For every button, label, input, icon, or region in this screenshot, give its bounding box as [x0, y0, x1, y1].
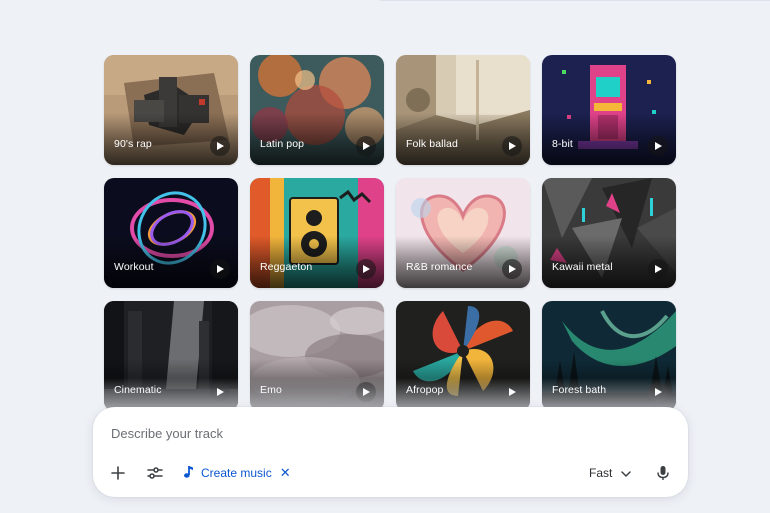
- style-card-forest-bath[interactable]: Forest bath: [542, 301, 676, 411]
- close-icon[interactable]: ✕: [280, 465, 291, 481]
- style-card-8-bit[interactable]: 8-bit: [542, 55, 676, 165]
- play-icon[interactable]: [210, 259, 230, 279]
- style-label: Latin pop: [260, 138, 305, 150]
- style-label: Folk ballad: [406, 138, 458, 150]
- style-label: Reggaeton: [260, 261, 313, 273]
- style-card-rnb-romance[interactable]: R&B romance: [396, 178, 530, 288]
- style-label: Cinematic: [114, 384, 162, 396]
- style-card-cinematic[interactable]: Cinematic: [104, 301, 238, 411]
- style-label: 8-bit: [552, 138, 573, 150]
- play-icon[interactable]: [648, 136, 668, 156]
- style-label: Workout: [114, 261, 154, 273]
- top-divider: [380, 0, 770, 1]
- style-label: Emo: [260, 384, 282, 396]
- speed-selector[interactable]: Fast: [589, 462, 632, 484]
- style-card-afropop[interactable]: Afropop: [396, 301, 530, 411]
- style-card-latin-pop[interactable]: Latin pop: [250, 55, 384, 165]
- play-icon[interactable]: [356, 136, 376, 156]
- plus-icon[interactable]: [109, 464, 127, 482]
- play-icon[interactable]: [210, 136, 230, 156]
- play-icon[interactable]: [356, 259, 376, 279]
- create-music-label: Create music: [201, 466, 272, 480]
- style-card-workout[interactable]: Workout: [104, 178, 238, 288]
- play-icon[interactable]: [356, 382, 376, 402]
- mic-icon[interactable]: [654, 463, 672, 483]
- play-icon[interactable]: [502, 259, 522, 279]
- sliders-icon[interactable]: [146, 464, 164, 482]
- speed-label: Fast: [589, 466, 613, 480]
- describe-track-input[interactable]: [111, 421, 651, 445]
- style-label: Afropop: [406, 384, 444, 396]
- style-grid: 90's rap Latin pop Folk ballad 8-bit Wor…: [104, 55, 676, 411]
- play-icon[interactable]: [648, 259, 668, 279]
- chevron-down-icon: [621, 466, 632, 480]
- style-label: Kawaii metal: [552, 261, 613, 273]
- play-icon[interactable]: [210, 382, 230, 402]
- style-label: Forest bath: [552, 384, 607, 396]
- play-icon[interactable]: [648, 382, 668, 402]
- style-card-reggaeton[interactable]: Reggaeton: [250, 178, 384, 288]
- prompt-composer: Create music ✕ Fast: [93, 407, 688, 497]
- play-icon[interactable]: [502, 136, 522, 156]
- style-label: 90's rap: [114, 138, 152, 150]
- style-label: R&B romance: [406, 261, 473, 273]
- style-card-kawaii-metal[interactable]: Kawaii metal: [542, 178, 676, 288]
- style-card-folk-ballad[interactable]: Folk ballad: [396, 55, 530, 165]
- music-note-icon: [183, 465, 195, 482]
- style-card-emo[interactable]: Emo: [250, 301, 384, 411]
- create-music-chip[interactable]: Create music ✕: [183, 462, 291, 484]
- play-icon[interactable]: [502, 382, 522, 402]
- style-card-90s-rap[interactable]: 90's rap: [104, 55, 238, 165]
